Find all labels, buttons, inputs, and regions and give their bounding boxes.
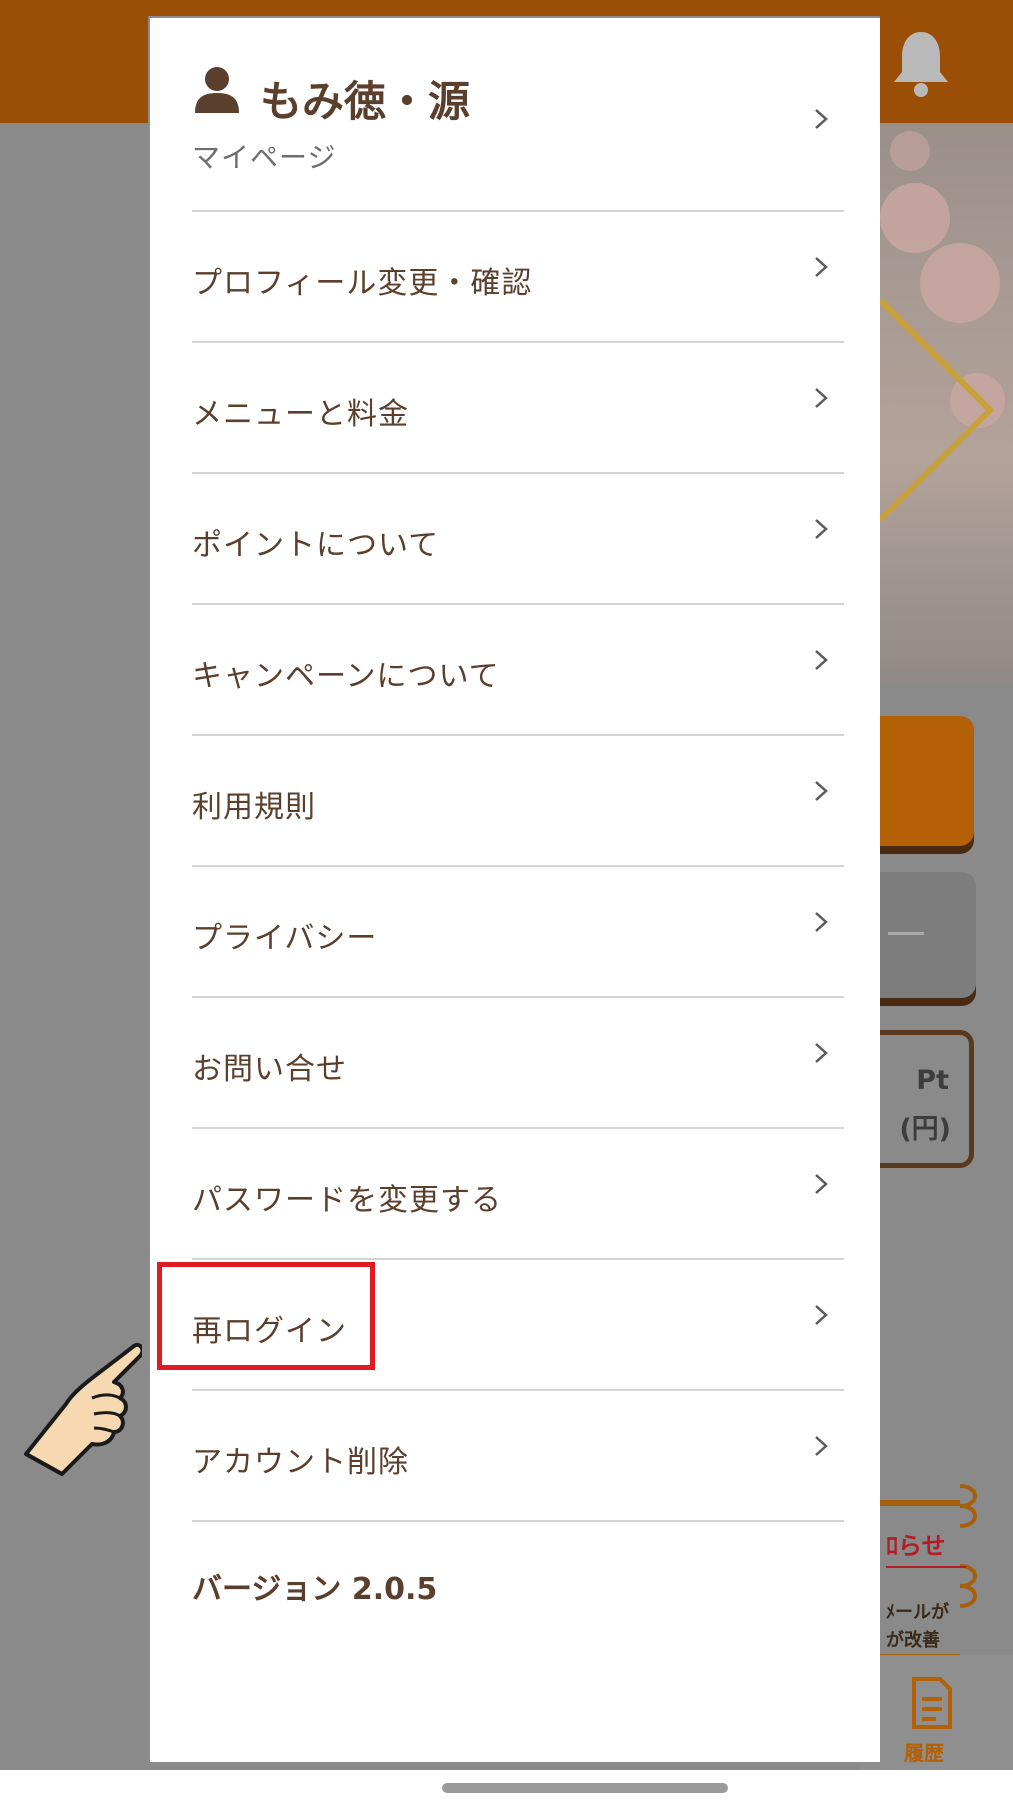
menu-item-label: プライバシー (192, 921, 378, 956)
menu-item-privacy[interactable]: プライバシー (192, 867, 844, 998)
profile-name: もみ徳・源 (260, 77, 471, 126)
menu-item-contact[interactable]: お問い合せ (192, 998, 844, 1129)
menu-item-label: アカウント削除 (192, 1445, 409, 1480)
menu-item-label: お問い合せ (192, 1052, 347, 1087)
chevron-right-icon (815, 781, 828, 801)
menu-item-label: キャンペーンについて (192, 659, 500, 694)
chevron-right-icon (815, 1305, 828, 1325)
menu-item-terms[interactable]: 利用規則 (192, 736, 844, 867)
tab-history-label: 履歴 (904, 1741, 944, 1765)
pointing-hand-icon (24, 1343, 142, 1476)
menu-item-menu-pricing[interactable]: メニューと料金 (192, 343, 844, 474)
menu-item-profile-edit[interactable]: プロフィール変更・確認 (192, 212, 844, 343)
bell-icon[interactable] (890, 28, 952, 98)
notice-text-line2: が改善 (886, 1630, 940, 1651)
chevron-right-icon (815, 912, 828, 932)
bottom-tab-bar: 履歴 (860, 1655, 1013, 1770)
history-document-icon (912, 1677, 952, 1729)
menu-item-label: メニューと料金 (192, 397, 409, 432)
menu-item-delete-account[interactable]: アカウント削除 (192, 1391, 844, 1522)
menu-item-label: パスワードを変更する (192, 1183, 502, 1218)
menu-item-label: ポイントについて (192, 528, 440, 563)
menu-item-change-password[interactable]: パスワードを変更する (192, 1129, 844, 1260)
dash-mark (888, 932, 924, 935)
chevron-right-icon (815, 109, 828, 129)
menu-item-label: プロフィール変更・確認 (192, 266, 533, 301)
user-icon (195, 67, 239, 113)
menu-item-campaign[interactable]: キャンペーンについて (192, 605, 844, 736)
chevron-right-icon (815, 1174, 828, 1194)
chevron-right-icon (815, 388, 828, 408)
side-drawer: もみ徳・源 マイページ プロフィール変更・確認 メニューと料金 ポイントについて… (148, 16, 880, 1764)
home-indicator[interactable] (442, 1783, 728, 1793)
decorative-chevron-icon (880, 300, 995, 523)
profile-link[interactable]: もみ徳・源 マイページ (192, 18, 844, 212)
menu-item-label: 利用規則 (192, 790, 316, 825)
chevron-right-icon (815, 257, 828, 277)
notice-title: ﾛらせ (886, 1532, 946, 1560)
notice-divider (886, 1566, 966, 1568)
chevron-right-icon (815, 1043, 828, 1063)
app-version: バージョン 2.0.5 (192, 1572, 438, 1607)
highlight-box (157, 1262, 375, 1370)
chevron-right-icon (815, 650, 828, 670)
chevron-right-icon (815, 519, 828, 539)
menu-item-points[interactable]: ポイントについて (192, 474, 844, 605)
chevron-right-icon (815, 1436, 828, 1456)
notice-text-line1: ﾒールが (886, 1602, 949, 1623)
profile-subtitle: マイページ (192, 141, 337, 174)
